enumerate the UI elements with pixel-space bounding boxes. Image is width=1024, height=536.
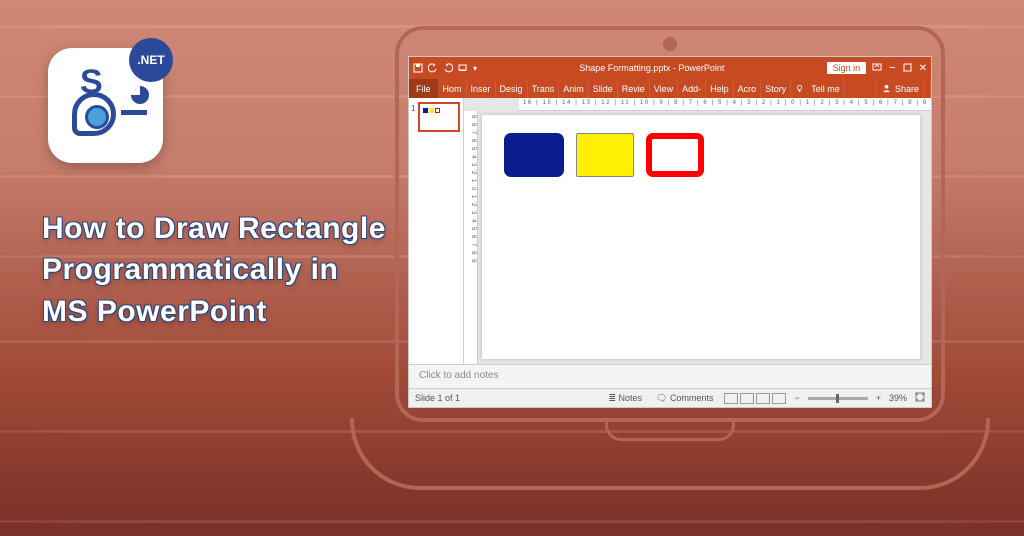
zoom-level[interactable]: 39% <box>889 393 907 403</box>
rectangle-shape-red-outline[interactable] <box>646 133 704 177</box>
notes-pane[interactable]: Click to add notes <box>409 364 931 388</box>
slideshow-view-icon[interactable] <box>772 393 786 404</box>
undo-icon[interactable] <box>428 63 438 73</box>
tab-transitions[interactable]: Trans <box>528 79 560 98</box>
tab-design[interactable]: Desig <box>496 79 528 98</box>
title-bar: ▾ Shape Formatting.pptx - PowerPoint Sig… <box>409 57 931 79</box>
lightbulb-icon <box>795 84 804 93</box>
start-from-beginning-icon[interactable] <box>458 63 468 73</box>
ribbon-tabs: File Hom Inser Desig Trans Anim Slide Re… <box>409 79 931 98</box>
tell-me-label: Tell me <box>807 81 845 97</box>
vertical-ruler: 9 8 7 6 5 4 3 2 1 0 1 2 3 4 5 6 7 8 9 <box>464 111 478 364</box>
slide-thumbnail[interactable]: 1 <box>418 102 460 132</box>
comments-button[interactable]: 🗨 Comments <box>653 392 716 405</box>
tab-animations[interactable]: Anim <box>559 79 589 98</box>
notes-label: Notes <box>618 393 642 403</box>
document-title: Shape Formatting.pptx - PowerPoint <box>483 63 821 73</box>
save-icon[interactable] <box>413 63 423 73</box>
tab-addins[interactable]: Add- <box>678 79 706 98</box>
sorter-view-icon[interactable] <box>740 393 754 404</box>
article-title: How to Draw Rectangle Programmatically i… <box>42 208 386 332</box>
slide-canvas-zone: 16 | 15 | 14 | 13 | 12 | 11 | 10 | 9 | 8… <box>464 98 931 364</box>
tab-view[interactable]: View <box>650 79 678 98</box>
horizontal-ruler: 16 | 15 | 14 | 13 | 12 | 11 | 10 | 9 | 8… <box>519 98 931 111</box>
tab-storyboard[interactable]: Story <box>761 79 791 98</box>
file-tab[interactable]: File <box>409 79 439 98</box>
thumbnail-number: 1 <box>411 104 415 113</box>
thumbnail-preview <box>423 108 440 113</box>
comments-label: Comments <box>670 393 714 403</box>
slide-counter: Slide 1 of 1 <box>415 393 460 403</box>
rectangle-shape-blue[interactable] <box>504 133 564 177</box>
zoom-in-button[interactable]: + <box>876 393 881 403</box>
reading-view-icon[interactable] <box>756 393 770 404</box>
ribbon-display-icon[interactable] <box>872 62 882 74</box>
laptop-illustration: ▾ Shape Formatting.pptx - PowerPoint Sig… <box>350 26 990 516</box>
share-label: Share <box>891 81 924 97</box>
notes-toggle-button[interactable]: ≣ Notes <box>605 392 645 405</box>
zoom-slider[interactable] <box>808 397 868 400</box>
close-icon[interactable]: ✕ <box>919 63 927 74</box>
sign-in-button[interactable]: Sign in <box>827 62 867 74</box>
tab-help[interactable]: Help <box>706 79 734 98</box>
qat-more-icon[interactable]: ▾ <box>473 64 477 73</box>
minimize-icon[interactable]: − <box>889 62 895 74</box>
normal-view-icon[interactable] <box>724 393 738 404</box>
bg-wave <box>0 520 1024 523</box>
tell-me-search[interactable]: Tell me <box>791 79 876 98</box>
tab-slideshow[interactable]: Slide <box>589 79 618 98</box>
webcam-icon <box>663 37 677 51</box>
rectangle-shape-yellow[interactable] <box>576 133 634 177</box>
product-logo: .NET S <box>48 48 163 163</box>
status-bar: Slide 1 of 1 ≣ Notes 🗨 Comments − + 39% <box>409 388 931 407</box>
share-button[interactable]: Share <box>876 79 931 98</box>
quick-access-toolbar: ▾ <box>413 63 477 73</box>
view-buttons <box>724 393 786 404</box>
maximize-icon[interactable] <box>903 63 912 74</box>
laptop-trackpad-notch <box>605 421 735 441</box>
person-icon <box>882 84 891 93</box>
tab-insert[interactable]: Inser <box>467 79 496 98</box>
work-area: 1 16 | 15 | 14 | 13 | 12 | 11 | 10 | 9 |… <box>409 98 931 364</box>
redo-icon[interactable] <box>443 63 453 73</box>
tab-acrobat[interactable]: Acro <box>734 79 762 98</box>
logo-glyph: S <box>68 68 143 143</box>
zoom-out-button[interactable]: − <box>794 393 799 403</box>
tab-review[interactable]: Revie <box>618 79 650 98</box>
fit-to-window-icon[interactable] <box>915 392 925 404</box>
powerpoint-window: ▾ Shape Formatting.pptx - PowerPoint Sig… <box>408 56 932 408</box>
slide-thumbnail-panel: 1 <box>409 98 464 364</box>
slide-canvas[interactable] <box>482 115 920 359</box>
tab-home[interactable]: Hom <box>439 79 467 98</box>
